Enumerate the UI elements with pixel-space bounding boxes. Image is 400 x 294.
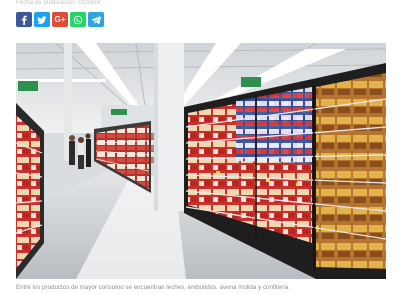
share-whatsapp-button[interactable] xyxy=(70,12,86,27)
whatsapp-icon xyxy=(73,15,83,25)
share-bar: G+ xyxy=(16,12,104,27)
share-twitter-button[interactable] xyxy=(34,12,50,27)
twitter-icon xyxy=(37,15,47,25)
facebook-icon xyxy=(19,15,29,25)
article-meta: Fecha de publicación: Octubre xyxy=(16,0,101,6)
google-plus-icon: G+ xyxy=(54,14,66,24)
telegram-icon xyxy=(91,15,101,25)
image-caption: Entre los productos de mayor consumo se … xyxy=(16,284,289,291)
supermarket-aisle-image xyxy=(16,43,386,279)
share-googleplus-button[interactable]: G+ xyxy=(52,12,68,27)
share-facebook-button[interactable] xyxy=(16,12,32,27)
share-telegram-button[interactable] xyxy=(88,12,104,27)
